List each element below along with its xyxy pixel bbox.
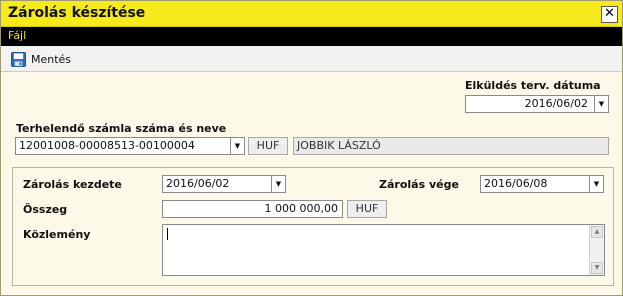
scroll-up-icon[interactable]: ▲ [591,226,603,238]
toolbar: Mentés [1,46,622,72]
text-caret [167,228,168,240]
send-date-select[interactable]: 2016/06/02 ▼ [465,95,609,113]
save-icon [11,51,26,67]
account-holder-name: JOBBIK LÁSZLÓ [293,137,609,155]
lock-start-label: Zárolás kezdete [23,178,122,191]
menu-item-file[interactable]: Fájl [8,29,26,42]
account-number-value: 12001008-00008513-00100004 [19,139,195,152]
lock-start-date-select[interactable]: 2016/06/02 ▼ [162,175,286,193]
chevron-down-icon[interactable]: ▼ [271,176,285,192]
amount-input[interactable]: 1 000 000,00 [162,200,343,218]
lock-end-value: 2016/06/08 [484,177,548,190]
scroll-down-icon[interactable]: ▼ [591,262,603,274]
close-icon: ✕ [604,6,615,21]
amount-label: Összeg [23,203,68,216]
menu-bar: Fájl [1,27,622,46]
account-select[interactable]: 12001008-00008513-00100004 ▼ [15,137,245,155]
chevron-down-icon[interactable]: ▼ [589,176,603,192]
save-button-label: Mentés [31,52,72,66]
lock-dialog: Zárolás készítése ✕ Fájl Mentés Elküldés… [0,0,623,296]
lock-start-value: 2016/06/02 [166,177,230,190]
lock-end-label: Zárolás vége [379,178,459,191]
chevron-down-icon[interactable]: ▼ [594,96,608,112]
account-label: Terhelendő számla száma és neve [16,122,227,135]
title-bar: Zárolás készítése ✕ [1,1,622,27]
note-textarea[interactable]: ▲ ▼ [162,224,605,276]
dialog-title: Zárolás készítése [8,5,146,21]
save-button[interactable]: Mentés [11,50,71,68]
account-currency: HUF [248,137,288,155]
chevron-down-icon[interactable]: ▼ [230,138,244,154]
lock-end-date-select[interactable]: 2016/06/08 ▼ [480,175,604,193]
amount-currency: HUF [347,200,387,218]
note-label: Közlemény [23,228,91,241]
send-date-label: Elküldés terv. dátuma [465,79,601,92]
close-button[interactable]: ✕ [601,6,618,23]
send-date-value: 2016/06/02 [524,97,588,110]
note-scrollbar[interactable]: ▲ ▼ [589,225,604,275]
